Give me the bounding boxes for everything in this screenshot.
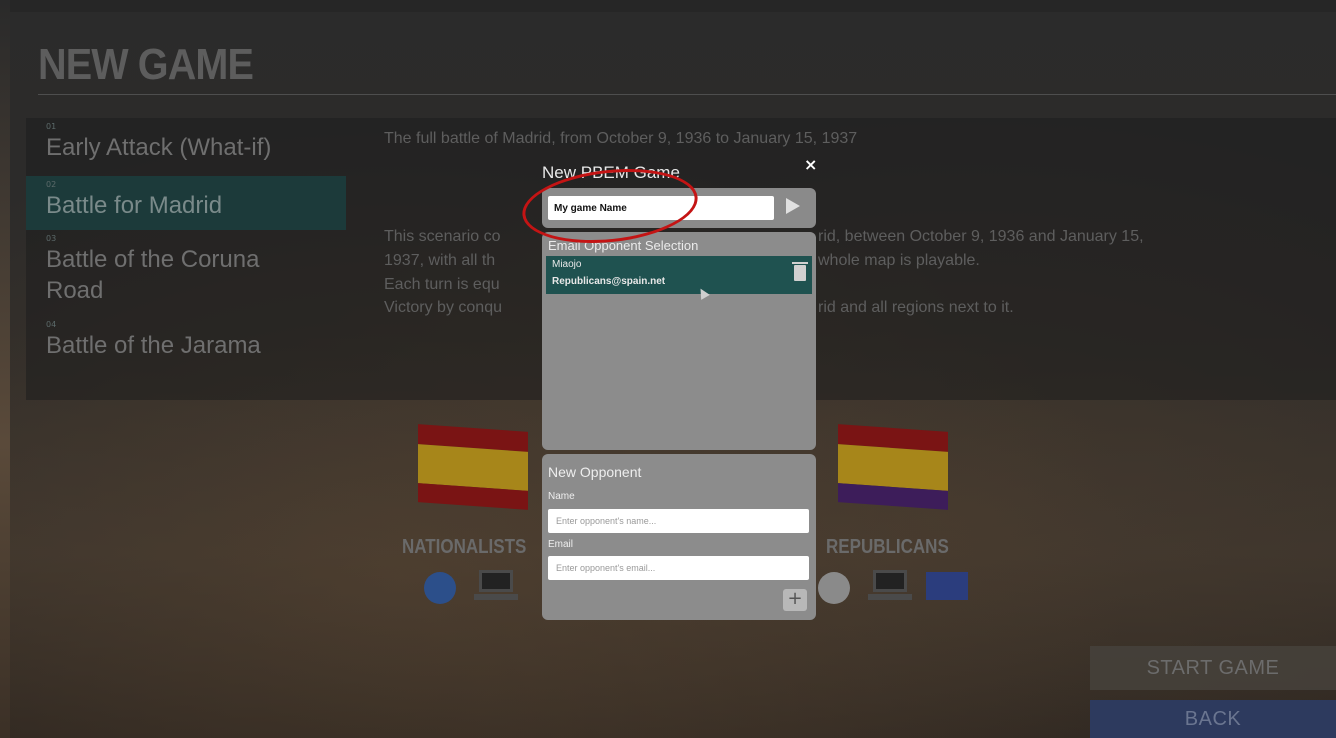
left-edge [0, 0, 10, 738]
computer-icon[interactable] [868, 570, 912, 604]
scenario-item-early-attack[interactable]: 01 Early Attack (What-if) [26, 122, 346, 176]
computer-icon[interactable] [474, 570, 518, 604]
page-title: NEW GAME [38, 40, 254, 89]
republican-flag [838, 424, 948, 510]
scenario-label: Battle of the Coruna Road [46, 246, 260, 304]
scenario-item-battle-for-madrid[interactable]: 02 Battle for Madrid [26, 176, 346, 230]
globe-icon[interactable] [818, 572, 850, 604]
scenario-label: Battle of the Jarama [46, 332, 261, 359]
scenario-number: 02 [46, 180, 57, 189]
nationalist-flag [418, 424, 528, 510]
start-game-button[interactable]: START GAME [1090, 646, 1336, 690]
scenario-description-line: Victory by conqu [384, 299, 502, 316]
mail-icon[interactable] [926, 572, 968, 600]
scenario-item-coruna-road[interactable]: 03 Battle of the Coruna Road [26, 234, 346, 320]
opponent-name: Miaojo [552, 259, 582, 270]
back-button[interactable]: BACK [1090, 700, 1336, 738]
scenario-description-line: rid, between October 9, 1936 and January… [818, 228, 1144, 245]
close-icon[interactable]: × [804, 155, 817, 174]
globe-icon[interactable] [424, 572, 456, 604]
scenario-list: 01 Early Attack (What-if) 02 Battle for … [26, 118, 346, 400]
scenario-number: 01 [46, 122, 57, 131]
faction-name-republicans: REPUBLICANS [826, 536, 949, 558]
send-icon[interactable] [786, 198, 800, 214]
opponent-email-label: Email [548, 539, 574, 550]
opponent-list-item[interactable]: Miaojo Republicans@spain.net [546, 256, 812, 294]
scenario-item-jarama[interactable]: 04 Battle of the Jarama [26, 320, 346, 374]
scenario-summary: The full battle of Madrid, from October … [384, 130, 858, 147]
opponent-email-input[interactable] [548, 556, 809, 580]
scenario-number: 04 [46, 320, 57, 329]
scenario-description-line: 1937, with all th [384, 252, 496, 269]
opponent-name-label: Name [548, 491, 575, 502]
opponent-email: Republicans@spain.net [552, 276, 666, 287]
scenario-label: Battle for Madrid [46, 192, 223, 219]
scenario-description-line: This scenario co [384, 228, 501, 245]
scenario-description-line: whole map is playable. [818, 252, 980, 269]
scenario-description-line: rid and all regions next to it. [818, 299, 1014, 316]
trash-icon[interactable] [792, 262, 808, 281]
top-strip [0, 0, 1336, 12]
scenario-number: 03 [46, 234, 57, 243]
scenario-description-line: Each turn is equ [384, 276, 500, 293]
scenario-label: Early Attack (What-if) [46, 134, 272, 161]
add-opponent-button[interactable]: + [783, 589, 807, 611]
opponent-name-input[interactable] [548, 509, 809, 533]
faction-name-nationalists: NATIONALISTS [402, 536, 527, 558]
title-divider [38, 94, 1336, 95]
new-opponent-title: New Opponent [548, 464, 642, 480]
